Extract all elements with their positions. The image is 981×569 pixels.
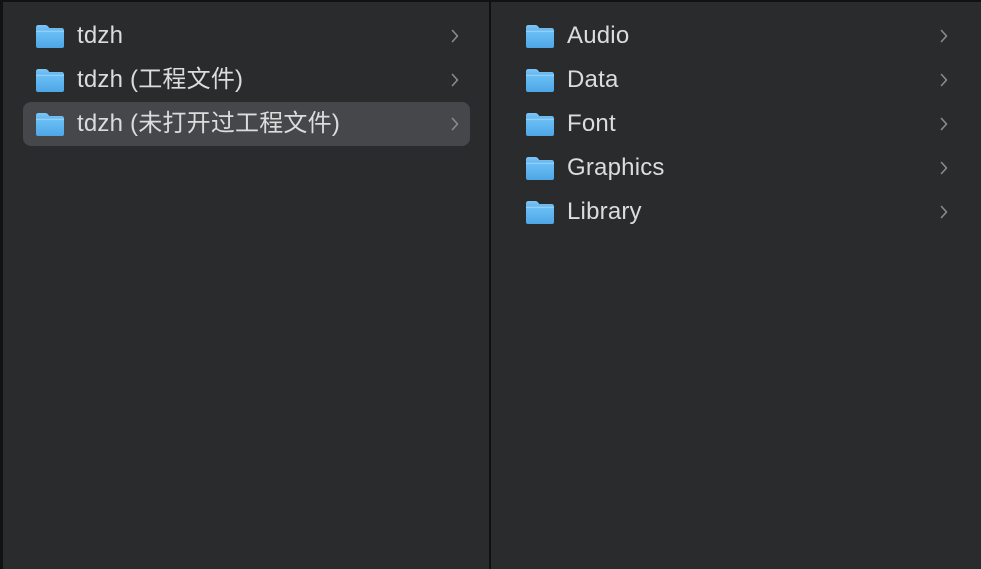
list-item-tdzh-project-files[interactable]: tdzh (工程文件) (23, 58, 470, 102)
chevron-right-icon (450, 29, 460, 43)
item-label: Audio (567, 22, 630, 49)
column-browser: tdzh tdzh (工程文件) tdzh (未打开过工程文件) Audio D… (0, 0, 981, 569)
item-label: Graphics (567, 154, 665, 181)
list-item-data[interactable]: Data (513, 58, 959, 102)
list-item-graphics[interactable]: Graphics (513, 146, 959, 190)
list-item-audio[interactable]: Audio (513, 14, 959, 58)
chevron-right-icon (450, 117, 460, 131)
folder-icon (525, 111, 555, 137)
list-item-font[interactable]: Font (513, 102, 959, 146)
folder-icon (35, 111, 65, 137)
item-label: tdzh (工程文件) (77, 66, 244, 93)
chevron-right-icon (939, 117, 949, 131)
chevron-right-icon (939, 205, 949, 219)
left-column[interactable]: tdzh tdzh (工程文件) tdzh (未打开过工程文件) (3, 2, 491, 569)
chevron-right-icon (939, 73, 949, 87)
chevron-right-icon (939, 161, 949, 175)
list-item-tdzh-unopened-project-files[interactable]: tdzh (未打开过工程文件) (23, 102, 470, 146)
folder-icon (525, 67, 555, 93)
folder-icon (525, 199, 555, 225)
folder-icon (525, 23, 555, 49)
item-label: Font (567, 110, 616, 137)
item-label: tdzh (77, 22, 124, 49)
item-label: Library (567, 198, 642, 225)
item-label: Data (567, 66, 619, 93)
list-item-library[interactable]: Library (513, 190, 959, 234)
folder-icon (35, 23, 65, 49)
chevron-right-icon (939, 29, 949, 43)
item-label: tdzh (未打开过工程文件) (77, 110, 341, 137)
folder-icon (525, 155, 555, 181)
list-item-tdzh[interactable]: tdzh (23, 14, 470, 58)
folder-icon (35, 67, 65, 93)
right-column[interactable]: Audio Data Font Graphics Library (493, 2, 981, 569)
chevron-right-icon (450, 73, 460, 87)
